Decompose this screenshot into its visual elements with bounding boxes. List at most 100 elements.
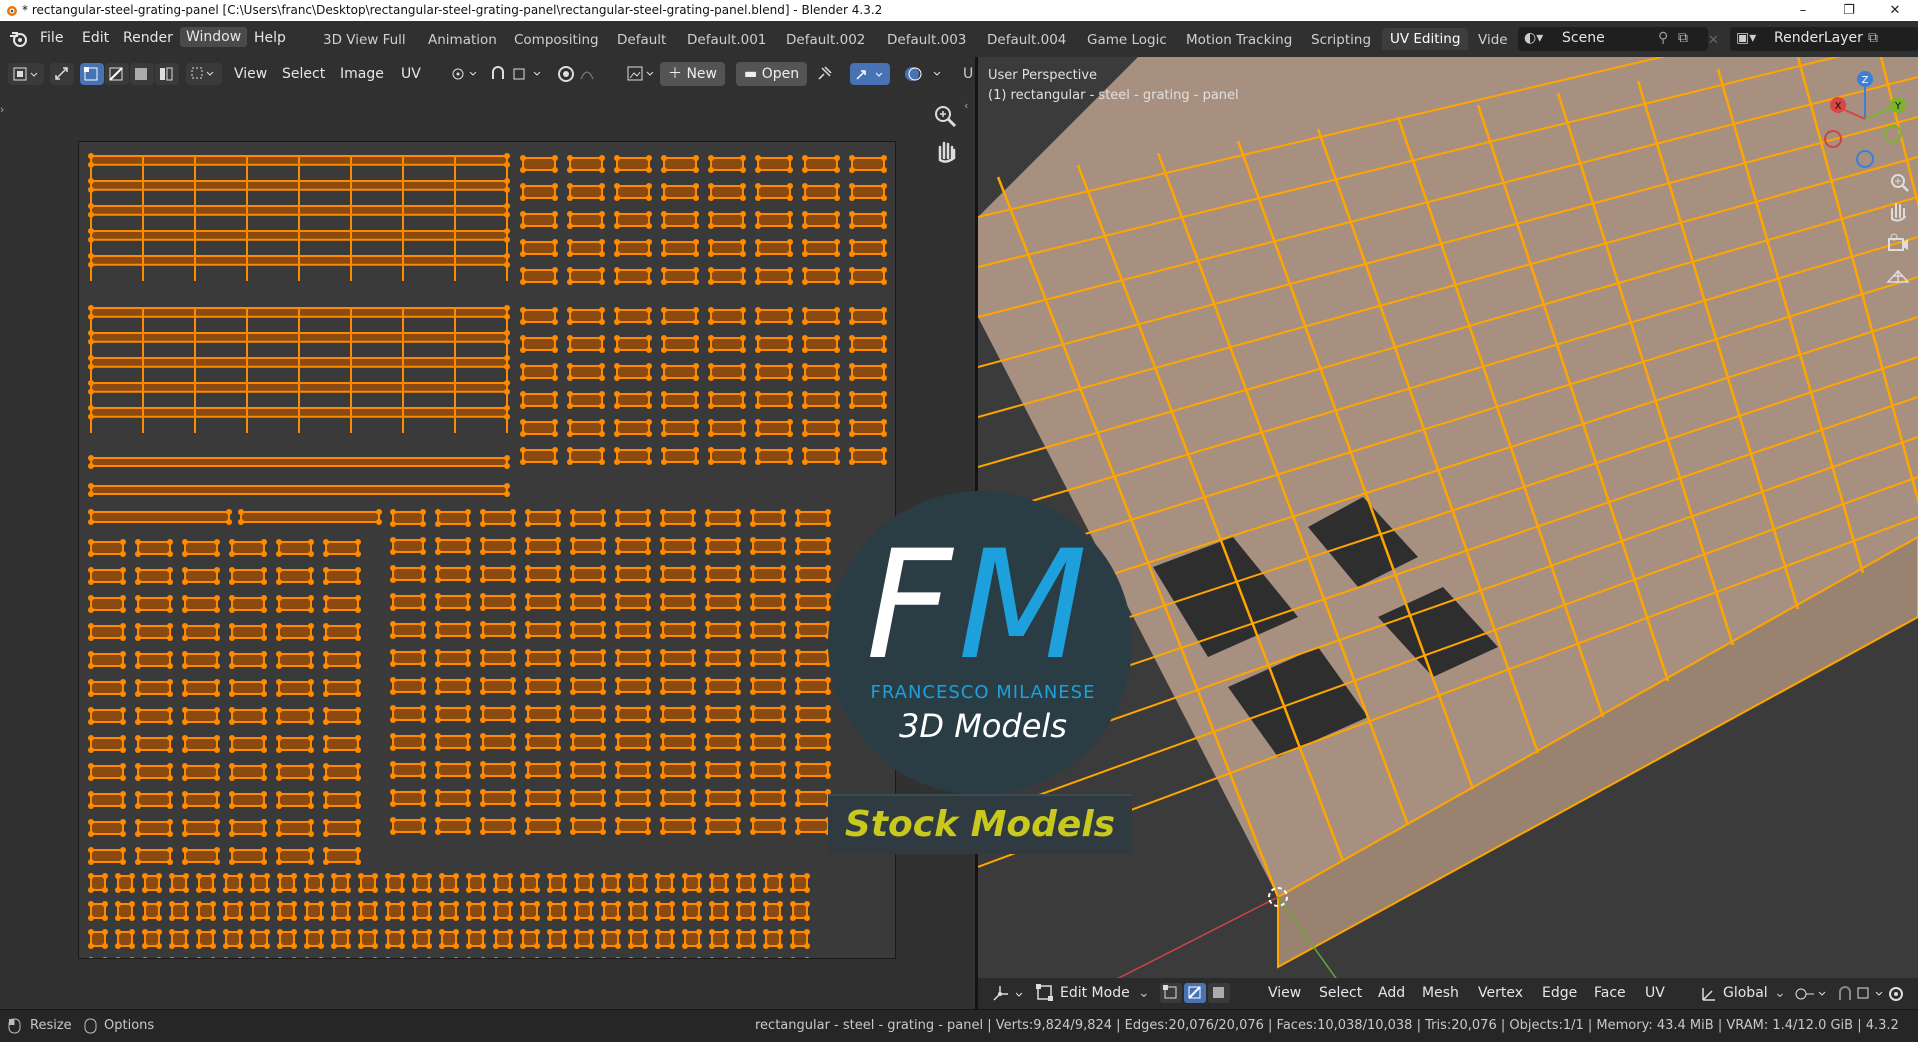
uv-island[interactable] xyxy=(231,709,265,723)
uv-vertex[interactable] xyxy=(825,761,831,767)
uv-island[interactable] xyxy=(278,765,312,779)
uv-vertex[interactable] xyxy=(480,901,486,907)
uv-island[interactable] xyxy=(527,707,559,721)
zoom-icon[interactable] xyxy=(930,101,960,131)
uv-vertex[interactable] xyxy=(552,155,558,161)
uv-vertex[interactable] xyxy=(708,447,714,453)
uv-vertex[interactable] xyxy=(291,957,297,958)
uv-vertex[interactable] xyxy=(628,929,634,935)
uv-island[interactable] xyxy=(710,157,744,171)
uv-vertex[interactable] xyxy=(520,347,526,353)
snap-icon[interactable] xyxy=(490,65,550,83)
uv-vertex[interactable] xyxy=(88,509,94,515)
uv-vertex[interactable] xyxy=(214,551,220,557)
uv-vertex[interactable] xyxy=(466,887,472,893)
uv-vertex[interactable] xyxy=(682,901,688,907)
uv-vertex[interactable] xyxy=(709,957,715,958)
uv-vertex[interactable] xyxy=(614,347,620,353)
uv-vertex[interactable] xyxy=(520,167,526,173)
uv-island[interactable] xyxy=(569,185,603,199)
uv-vertex[interactable] xyxy=(645,621,651,627)
uv-vertex[interactable] xyxy=(777,929,783,935)
uv-vertex[interactable] xyxy=(439,943,445,949)
uv-vertex[interactable] xyxy=(120,607,126,613)
uv-vertex[interactable] xyxy=(552,183,558,189)
uv-vertex[interactable] xyxy=(135,607,141,613)
uv-vertex[interactable] xyxy=(308,831,314,837)
uv-vertex[interactable] xyxy=(167,707,173,713)
uv-vertex[interactable] xyxy=(210,873,216,879)
uv-vertex[interactable] xyxy=(520,873,526,879)
uv-vertex[interactable] xyxy=(777,915,783,921)
uv-vertex[interactable] xyxy=(510,521,516,527)
uv-vertex[interactable] xyxy=(390,801,396,807)
uv-vertex[interactable] xyxy=(525,829,531,835)
uv-vertex[interactable] xyxy=(881,447,887,453)
uv-island[interactable] xyxy=(707,763,739,777)
uv-vertex[interactable] xyxy=(567,307,573,313)
uv-vertex[interactable] xyxy=(646,167,652,173)
uv-vertex[interactable] xyxy=(787,307,793,313)
uv-vertex[interactable] xyxy=(780,577,786,583)
uv-vertex[interactable] xyxy=(708,251,714,257)
uv-vertex[interactable] xyxy=(182,859,188,865)
uv-vertex[interactable] xyxy=(755,459,761,465)
uv-vertex[interactable] xyxy=(88,663,94,669)
uv-vertex[interactable] xyxy=(214,691,220,697)
uv-vertex[interactable] xyxy=(834,211,840,217)
pivot-selector-icon[interactable] xyxy=(1793,985,1833,1003)
uv-vertex[interactable] xyxy=(520,957,526,958)
uv-island[interactable] xyxy=(797,791,829,805)
uv-island[interactable] xyxy=(707,735,739,749)
uv-vertex[interactable] xyxy=(229,635,235,641)
minimize-button[interactable]: – xyxy=(1780,0,1826,21)
uv-vertex[interactable] xyxy=(570,521,576,527)
uv-vertex[interactable] xyxy=(135,539,141,545)
uv-island[interactable] xyxy=(325,737,359,751)
uv-vertex[interactable] xyxy=(214,663,220,669)
uv-vertex[interactable] xyxy=(561,943,567,949)
uv-island[interactable] xyxy=(184,569,218,583)
uv-island[interactable] xyxy=(616,365,650,379)
uv-vertex[interactable] xyxy=(599,431,605,437)
uv-vertex[interactable] xyxy=(345,873,351,879)
uv-vertex[interactable] xyxy=(420,509,426,515)
uv-vertex[interactable] xyxy=(599,459,605,465)
uv-vertex[interactable] xyxy=(465,509,471,515)
uv-vertex[interactable] xyxy=(465,521,471,527)
uv-island[interactable] xyxy=(137,653,171,667)
uv-vertex[interactable] xyxy=(435,521,441,527)
uv-vertex[interactable] xyxy=(420,577,426,583)
uv-vertex[interactable] xyxy=(261,819,267,825)
uv-island[interactable] xyxy=(569,157,603,171)
uv-vertex[interactable] xyxy=(435,705,441,711)
uv-vertex[interactable] xyxy=(755,183,761,189)
uv-vertex[interactable] xyxy=(520,307,526,313)
uv-vertex[interactable] xyxy=(510,773,516,779)
uv-island[interactable] xyxy=(231,849,265,863)
uv-vertex[interactable] xyxy=(520,419,526,425)
uv-island[interactable] xyxy=(231,541,265,555)
uv-vertex[interactable] xyxy=(520,279,526,285)
uv-vertex[interactable] xyxy=(261,735,267,741)
uv-vertex[interactable] xyxy=(780,717,786,723)
uv-vertex[interactable] xyxy=(570,649,576,655)
uv-vertex[interactable] xyxy=(156,957,162,958)
uv-island[interactable] xyxy=(757,213,791,227)
uv-vertex[interactable] xyxy=(735,633,741,639)
uv-vertex[interactable] xyxy=(385,873,391,879)
uv-vertex[interactable] xyxy=(696,901,702,907)
uv-vertex[interactable] xyxy=(693,267,699,273)
new-layer-icon[interactable]: ⧉ xyxy=(1868,30,1878,46)
uv-vertex[interactable] xyxy=(615,633,621,639)
uv-vertex[interactable] xyxy=(599,239,605,245)
uv-vertex[interactable] xyxy=(277,887,283,893)
uv-vertex[interactable] xyxy=(561,887,567,893)
uv-vertex[interactable] xyxy=(276,819,282,825)
uv-vertex[interactable] xyxy=(661,335,667,341)
uv-vertex[interactable] xyxy=(88,831,94,837)
uv-vertex[interactable] xyxy=(736,915,742,921)
uv-vertex[interactable] xyxy=(723,943,729,949)
uv-vertex[interactable] xyxy=(599,211,605,217)
uv-vertex[interactable] xyxy=(480,929,486,935)
